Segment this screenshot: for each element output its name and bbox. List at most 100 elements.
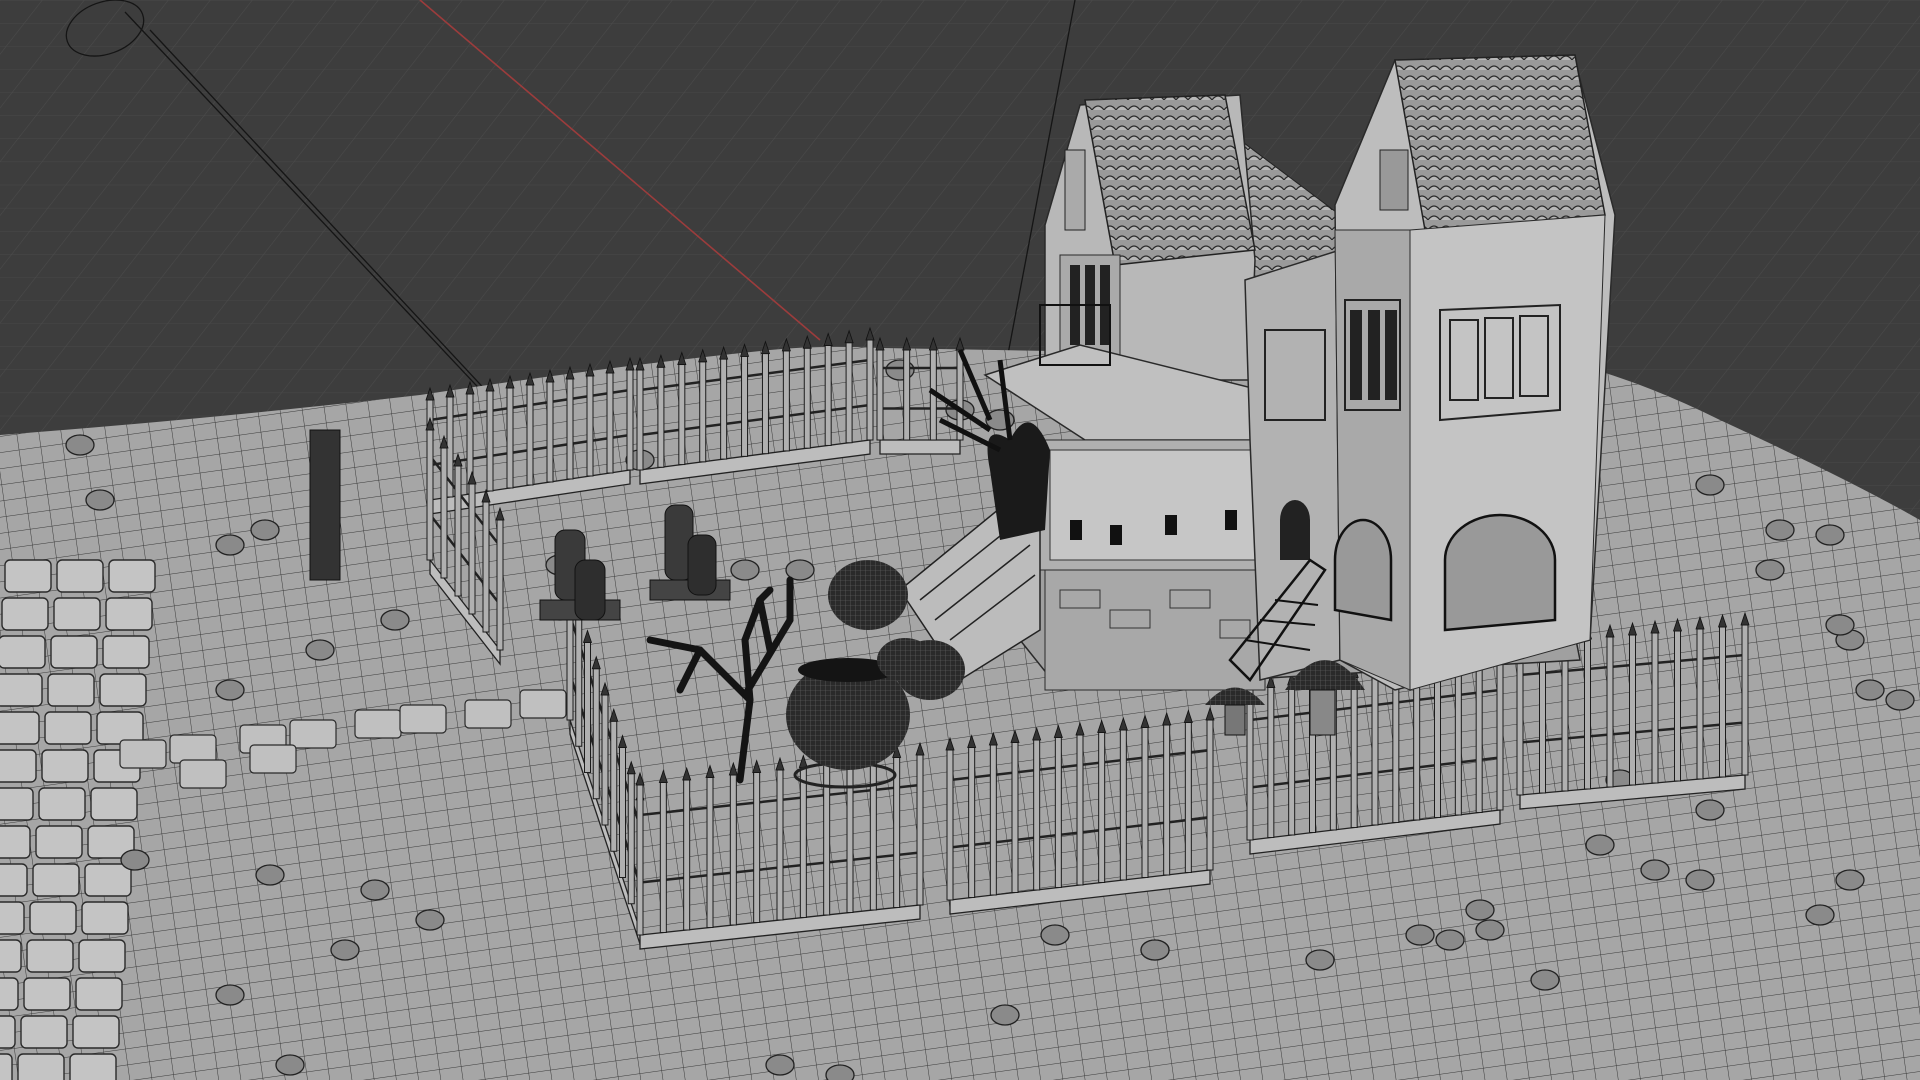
rock	[1825, 614, 1855, 636]
stepping-stone	[249, 744, 297, 774]
fence-post	[1076, 734, 1084, 886]
3d-viewport[interactable]	[0, 0, 1920, 1080]
rock	[1695, 474, 1725, 496]
cobblestone	[23, 977, 71, 1011]
fence-post	[636, 784, 644, 936]
rock	[215, 984, 245, 1006]
rock	[1815, 524, 1845, 546]
rock	[1640, 859, 1670, 881]
stepping-stone	[119, 739, 167, 769]
fence-post	[968, 747, 976, 898]
cobblestone	[0, 901, 25, 935]
fence-post	[1561, 640, 1569, 792]
stepping-stone	[289, 719, 337, 749]
cobblestone	[0, 977, 19, 1011]
stepping-stone	[169, 734, 217, 764]
fence-post	[824, 344, 832, 446]
fence-post	[678, 364, 686, 466]
stepping-stone	[519, 689, 567, 719]
cobblestone	[75, 977, 123, 1011]
fence-post	[482, 501, 490, 633]
cobblestone	[44, 711, 92, 745]
rock	[1805, 904, 1835, 926]
left-tower[interactable]	[1044, 94, 1256, 381]
fence-post	[1392, 672, 1400, 823]
cobblestone	[29, 901, 77, 935]
fence-post	[753, 772, 761, 923]
fence-post	[592, 668, 600, 800]
fence-post	[1696, 628, 1704, 780]
fence-post	[741, 355, 749, 457]
fence-post	[468, 483, 476, 615]
rock	[1530, 969, 1560, 991]
stepping-stone	[464, 699, 512, 729]
fence-post	[683, 779, 691, 931]
cobblestone	[56, 559, 104, 593]
fence-post	[1539, 642, 1546, 794]
cobblestone	[0, 1053, 13, 1080]
fence-post	[546, 381, 554, 483]
fence-post	[1141, 727, 1149, 878]
cobblestone	[50, 635, 98, 669]
fence-post	[1033, 739, 1041, 891]
cobblestone	[17, 1053, 65, 1080]
rock	[1765, 519, 1795, 541]
cobblestone	[4, 559, 52, 593]
fence-post	[1629, 634, 1636, 786]
rock	[1435, 929, 1465, 951]
fence-post	[1350, 677, 1358, 828]
rock	[1040, 924, 1070, 946]
cobblestone	[38, 787, 86, 821]
rock	[120, 849, 150, 871]
rock	[305, 639, 335, 661]
fence-post	[845, 342, 853, 444]
cobblestone	[81, 901, 129, 935]
cobblestone	[102, 635, 150, 669]
cobblestone	[78, 939, 126, 973]
fence-post	[729, 774, 737, 926]
fence-post	[626, 369, 634, 471]
cobblestone	[41, 749, 89, 783]
fence-post	[440, 447, 448, 579]
rock	[1685, 869, 1715, 891]
fence-post	[526, 384, 534, 486]
cobblestone	[0, 825, 31, 859]
cobblestone	[0, 673, 43, 707]
cobblestone	[0, 787, 34, 821]
fence-post	[916, 754, 924, 906]
rock	[330, 939, 360, 961]
fence-post	[486, 390, 494, 492]
cobblestone	[0, 939, 22, 973]
fence-post	[866, 339, 874, 441]
rock	[1475, 919, 1505, 941]
right-tower[interactable]	[1333, 54, 1616, 691]
rock	[825, 1064, 855, 1080]
cobblestone	[99, 673, 147, 707]
fence-post	[496, 519, 504, 651]
rock	[730, 559, 760, 581]
fence-post	[636, 369, 644, 471]
cobblestone	[53, 597, 101, 631]
cobblestone	[47, 673, 95, 707]
rock	[990, 1004, 1020, 1026]
fence-post	[1288, 684, 1296, 836]
fence-post	[946, 749, 954, 901]
fence-post	[601, 694, 609, 826]
rock	[360, 879, 390, 901]
rock	[215, 534, 245, 556]
rock	[1585, 834, 1615, 856]
fence-post	[1584, 638, 1591, 790]
fence-post	[566, 378, 574, 480]
cobblestone	[84, 863, 132, 897]
fence-post	[903, 349, 911, 441]
rock	[380, 609, 410, 631]
rock	[215, 679, 245, 701]
fence-post	[1719, 626, 1726, 778]
rock	[1465, 899, 1495, 921]
viewport-scene[interactable]	[0, 0, 1920, 1080]
fence-post	[426, 429, 434, 561]
fence-post	[619, 747, 626, 878]
fence-post	[506, 387, 514, 489]
fence-post	[1011, 742, 1019, 893]
cobblestone	[20, 1015, 68, 1049]
